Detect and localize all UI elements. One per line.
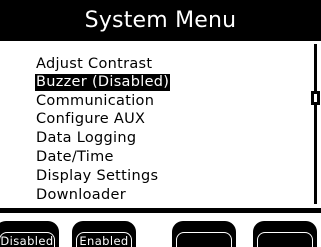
menu-item-date-time[interactable]: Date/Time (35, 149, 115, 166)
menu-item-data-logging[interactable]: Data Logging (35, 130, 137, 147)
menu-item-buzzer[interactable]: Buzzer (Disabled) (35, 74, 171, 91)
scrollbar[interactable] (310, 41, 321, 206)
menu-item-display-settings[interactable]: Display Settings (35, 168, 159, 185)
softkey-divider (0, 208, 321, 213)
menu-item-adjust-contrast[interactable]: Adjust Contrast (35, 56, 153, 73)
page-title: System Menu (84, 8, 237, 33)
softkey-disabled-button[interactable]: Disabled (0, 221, 59, 247)
menu-item-configure-aux[interactable]: Configure AUX (35, 111, 146, 128)
softkey-label (176, 232, 232, 247)
menu-item-communication[interactable]: Communication (35, 93, 155, 110)
softkey-label (257, 232, 313, 247)
device-screen: System Menu Adjust Contrast Buzzer (Disa… (0, 0, 321, 247)
title-bar: System Menu (0, 0, 321, 41)
softkey-label: Disabled (0, 232, 55, 247)
softkey-3-button[interactable] (172, 221, 236, 247)
scrollbar-track (314, 44, 317, 204)
softkey-enabled-button[interactable]: Enabled (72, 221, 136, 247)
softkey-4-button[interactable] (253, 221, 317, 247)
menu-item-downloader[interactable]: Downloader (35, 187, 127, 204)
softkey-label: Enabled (76, 232, 132, 247)
scrollbar-thumb[interactable] (311, 91, 320, 105)
scrollbar-thumb-grip (314, 94, 317, 102)
